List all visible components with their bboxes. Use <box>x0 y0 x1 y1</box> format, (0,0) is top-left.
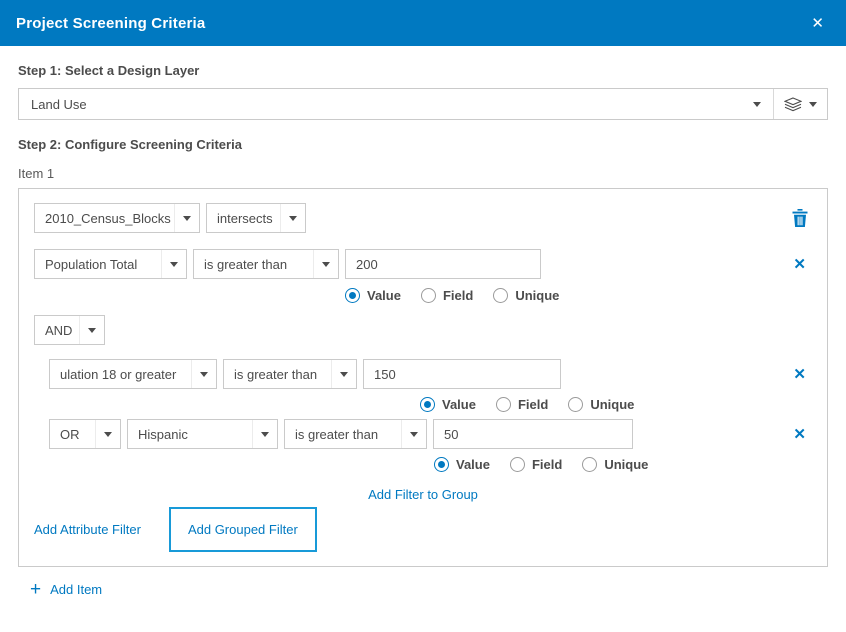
plus-icon: + <box>30 583 41 597</box>
layer-list-button[interactable] <box>773 89 827 119</box>
screening-layer-value: 2010_Census_Blocks <box>45 211 174 226</box>
chevron-down-icon <box>280 204 305 232</box>
radio-value-label: Value <box>367 288 401 303</box>
delete-item-button[interactable] <box>788 207 812 229</box>
filter-field-dropdown[interactable]: Population Total <box>34 249 187 279</box>
filter-field-value: Population Total <box>45 257 161 272</box>
radio-value[interactable]: Value <box>420 397 476 412</box>
grouped-filter-operator-dropdown[interactable]: is greater than <box>223 359 357 389</box>
screening-layer-dropdown[interactable]: 2010_Census_Blocks <box>34 203 200 233</box>
grouped-filter-value-input[interactable] <box>363 359 561 389</box>
remove-filter-button[interactable]: ✕ <box>787 253 812 275</box>
grouped-filter-operator-value: is greater than <box>234 367 331 382</box>
remove-grouped-filter-button[interactable]: ✕ <box>787 423 812 445</box>
grouped-filter-operator-dropdown[interactable]: is greater than <box>284 419 427 449</box>
radio-unique[interactable]: Unique <box>582 457 648 472</box>
grouped-filter-row: ulation 18 or greater is greater than ✕ <box>34 359 812 389</box>
add-filter-to-group-row: Add Filter to Group <box>34 487 812 502</box>
radio-field[interactable]: Field <box>510 457 562 472</box>
chevron-down-icon <box>331 360 356 388</box>
grouped-filter-logic-dropdown[interactable]: OR <box>49 419 121 449</box>
radio-selected-icon <box>420 397 435 412</box>
design-layer-control: Land Use <box>18 88 828 120</box>
chevron-down-icon <box>95 420 120 448</box>
add-grouped-filter-link[interactable]: Add Grouped Filter <box>188 522 298 537</box>
filter-value-input[interactable] <box>345 249 541 279</box>
add-item-button[interactable]: + Add Item <box>30 582 828 597</box>
radio-unselected-icon <box>568 397 583 412</box>
chevron-down-icon <box>809 102 817 107</box>
chevron-down-icon <box>753 102 761 107</box>
radio-unselected-icon <box>582 457 597 472</box>
step1-label: Step 1: Select a Design Layer <box>18 63 828 78</box>
item-label: Item 1 <box>18 166 828 181</box>
chevron-down-icon <box>191 360 216 388</box>
chevron-down-icon <box>401 420 426 448</box>
spatial-operator-value: intersects <box>217 211 280 226</box>
layers-icon <box>784 97 802 112</box>
grouped-filter-field-dropdown[interactable]: ulation 18 or greater <box>49 359 217 389</box>
trash-icon <box>792 209 808 227</box>
chevron-down-icon <box>174 204 199 232</box>
radio-unselected-icon <box>493 288 508 303</box>
design-layer-value: Land Use <box>31 97 753 112</box>
filter-operator-value: is greater than <box>204 257 313 272</box>
chevron-down-icon <box>161 250 186 278</box>
group-logic-value: AND <box>45 323 79 338</box>
chevron-down-icon <box>252 420 277 448</box>
step2-label: Step 2: Configure Screening Criteria <box>18 137 828 152</box>
radio-unique[interactable]: Unique <box>568 397 634 412</box>
grouped-filter-logic-value: OR <box>60 427 95 442</box>
radio-field-label: Field <box>532 457 562 472</box>
dialog-header: Project Screening Criteria ✕ <box>0 0 846 46</box>
add-filter-to-group-link[interactable]: Add Filter to Group <box>368 487 478 502</box>
radio-unique-label: Unique <box>515 288 559 303</box>
add-item-label: Add Item <box>50 582 102 597</box>
radio-value[interactable]: Value <box>434 457 490 472</box>
radio-value[interactable]: Value <box>345 288 401 303</box>
spatial-expression-row: 2010_Census_Blocks intersects <box>34 203 812 233</box>
grouped-filter-row: OR Hispanic is greater than ✕ <box>34 419 812 449</box>
group-logic-dropdown[interactable]: AND <box>34 315 105 345</box>
grouped-filter-field-value: ulation 18 or greater <box>60 367 191 382</box>
radio-unselected-icon <box>510 457 525 472</box>
filter-operator-dropdown[interactable]: is greater than <box>193 249 339 279</box>
panel-actions: Add Attribute Filter Add Grouped Filter <box>34 507 812 552</box>
radio-selected-icon <box>434 457 449 472</box>
radio-unique-label: Unique <box>604 457 648 472</box>
add-grouped-filter-highlight: Add Grouped Filter <box>169 507 317 552</box>
value-type-radio-group: Value Field Unique <box>345 288 812 303</box>
radio-field[interactable]: Field <box>496 397 548 412</box>
group-logic-row: AND <box>34 315 812 345</box>
radio-value-label: Value <box>456 457 490 472</box>
item-panel: 2010_Census_Blocks intersects Population… <box>18 188 828 567</box>
grouped-filter-operator-value: is greater than <box>295 427 401 442</box>
grouped-filter-value-input[interactable] <box>433 419 633 449</box>
add-attribute-filter-link[interactable]: Add Attribute Filter <box>34 522 141 537</box>
chevron-down-icon <box>79 316 104 344</box>
radio-unique[interactable]: Unique <box>493 288 559 303</box>
grouped-filter-field-value: Hispanic <box>138 427 252 442</box>
chevron-down-icon <box>313 250 338 278</box>
attribute-filter-row: Population Total is greater than ✕ <box>34 249 812 279</box>
dialog-body: Step 1: Select a Design Layer Land Use S… <box>0 63 846 597</box>
value-type-radio-group: Value Field Unique <box>420 397 812 412</box>
dialog-title: Project Screening Criteria <box>16 15 205 32</box>
value-type-radio-group: Value Field Unique <box>434 457 812 472</box>
radio-unselected-icon <box>421 288 436 303</box>
spatial-operator-dropdown[interactable]: intersects <box>206 203 306 233</box>
grouped-filter-field-dropdown[interactable]: Hispanic <box>127 419 278 449</box>
radio-selected-icon <box>345 288 360 303</box>
radio-unique-label: Unique <box>590 397 634 412</box>
radio-value-label: Value <box>442 397 476 412</box>
close-icon[interactable]: ✕ <box>805 10 830 36</box>
radio-field[interactable]: Field <box>421 288 473 303</box>
radio-field-label: Field <box>443 288 473 303</box>
design-layer-select[interactable]: Land Use <box>19 89 773 119</box>
radio-unselected-icon <box>496 397 511 412</box>
radio-field-label: Field <box>518 397 548 412</box>
remove-grouped-filter-button[interactable]: ✕ <box>787 363 812 385</box>
